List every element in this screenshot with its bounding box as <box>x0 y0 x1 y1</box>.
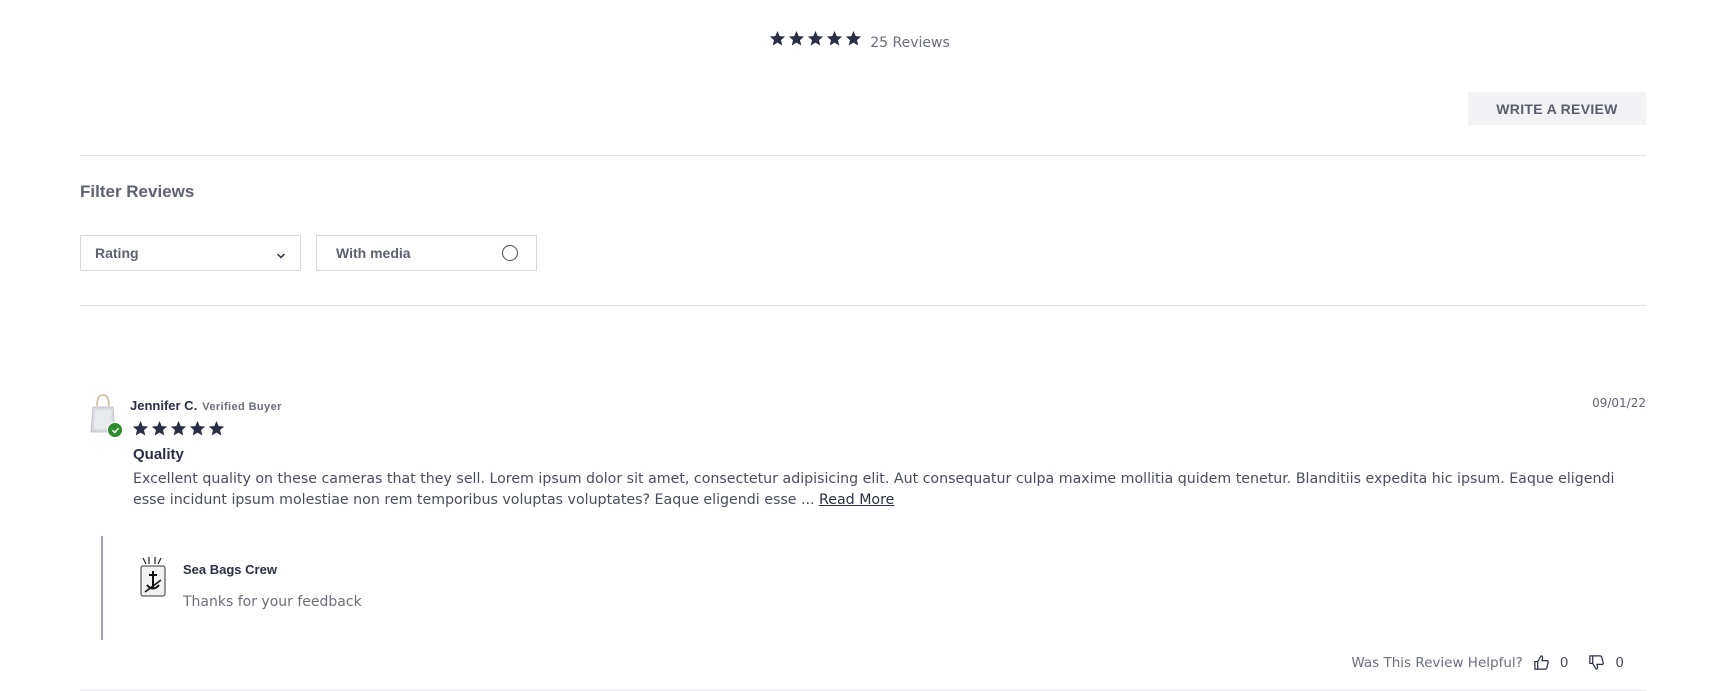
review-date: 09/01/22 <box>1592 396 1646 410</box>
thumbs-down-icon[interactable] <box>1588 654 1605 671</box>
review-body: Excellent quality on these cameras that … <box>133 469 1633 511</box>
star-icon <box>151 420 168 437</box>
with-media-toggle[interactable]: With media <box>316 235 537 271</box>
check-icon <box>111 427 119 433</box>
star-icon <box>170 420 187 437</box>
star-icon <box>189 420 206 437</box>
star-icon <box>807 30 824 47</box>
review-item: Jennifer C. Verified Buyer 09/01/22 Qual… <box>80 394 1646 690</box>
verified-badge <box>107 422 123 438</box>
divider <box>80 155 1646 156</box>
helpful-down-count: 0 <box>1615 654 1624 671</box>
rating-summary: 25 Reviews <box>0 30 1719 51</box>
star-icon <box>132 420 149 437</box>
review-title: Quality <box>133 446 184 463</box>
review-author: Jennifer C. <box>130 398 198 413</box>
rating-filter-label: Rating <box>95 245 139 261</box>
rating-filter-select[interactable]: Rating <box>80 235 301 271</box>
star-icon <box>208 420 225 437</box>
star-icon <box>769 30 786 47</box>
write-review-button[interactable]: WRITE A REVIEW <box>1468 92 1646 125</box>
verified-buyer-label: Verified Buyer <box>202 401 282 413</box>
divider <box>80 305 1646 306</box>
review-count[interactable]: 25 Reviews <box>870 35 950 51</box>
with-media-label: With media <box>336 245 411 261</box>
helpful-up-count: 0 <box>1559 654 1569 671</box>
star-icon <box>788 30 805 47</box>
reply-author: Sea Bags Crew <box>183 562 277 577</box>
chevron-down-icon <box>276 248 286 259</box>
reply-text: Thanks for your feedback <box>183 594 362 610</box>
star-icon <box>826 30 843 47</box>
helpful-prompt: Was This Review Helpful? <box>1351 654 1523 671</box>
store-reply: Sea Bags Crew Thanks for your feedback <box>101 536 701 640</box>
star-icon <box>845 30 862 47</box>
read-more-link[interactable]: Read More <box>819 492 894 508</box>
store-avatar <box>137 556 169 598</box>
summary-stars <box>769 30 862 47</box>
helpful-votes: Was This Review Helpful? 0 0 <box>1351 654 1634 671</box>
review-stars <box>132 420 225 437</box>
author-line: Jennifer C. Verified Buyer <box>130 398 282 413</box>
radio-icon[interactable] <box>502 245 518 261</box>
filter-title: Filter Reviews <box>80 182 195 201</box>
thumbs-up-icon[interactable] <box>1533 654 1550 671</box>
